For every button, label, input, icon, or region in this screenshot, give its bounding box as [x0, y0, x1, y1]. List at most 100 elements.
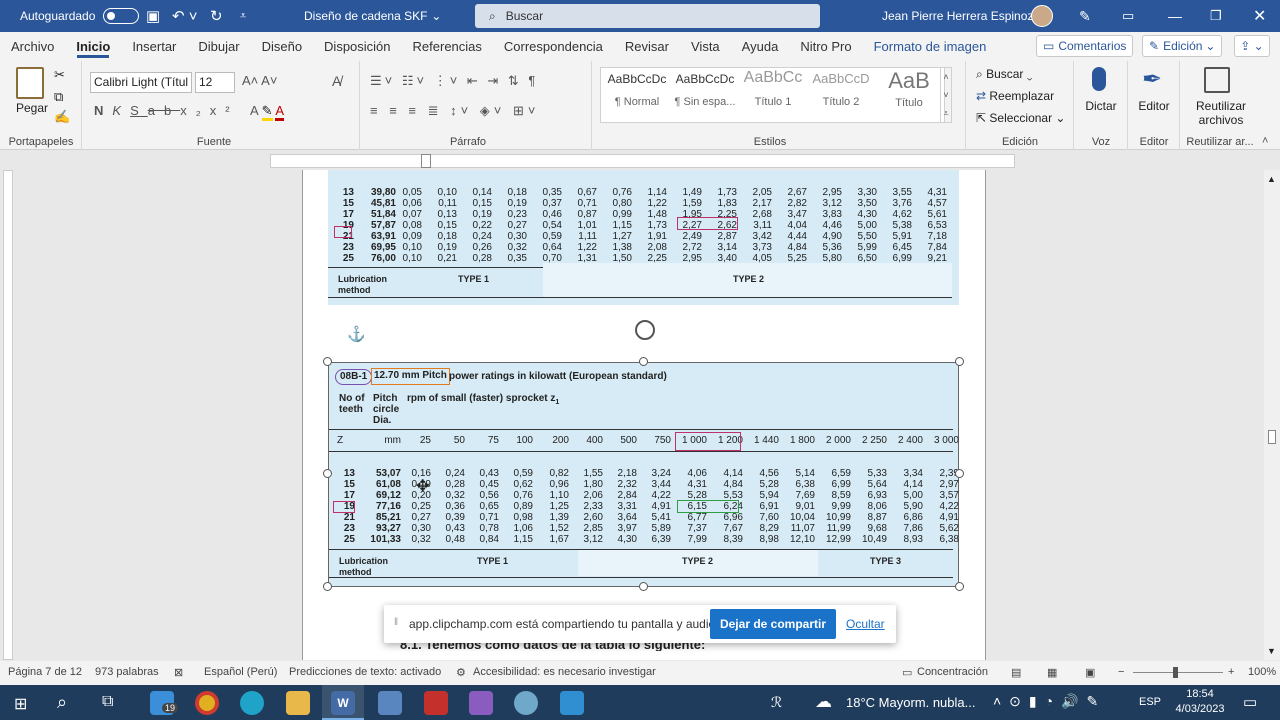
paste-icon[interactable]	[16, 67, 44, 99]
tab-inicio[interactable]: Inicio	[65, 32, 121, 61]
reuse-files-icon[interactable]	[1204, 67, 1230, 93]
copy-icon[interactable]: ⧉	[54, 89, 63, 105]
tab-insertar[interactable]: Insertar	[121, 32, 187, 61]
grow-font-icon[interactable]: A˄ A˅	[242, 73, 277, 88]
system-tray-icons[interactable]: ˄⊙▮◔🔊✎	[993, 693, 1106, 710]
proofing-icon[interactable]: ⊠	[174, 666, 183, 679]
clear-format-icon[interactable]: A̸	[332, 73, 341, 89]
zoom-in-icon[interactable]: +	[1228, 666, 1234, 678]
focus-icon[interactable]: ▭	[902, 666, 912, 679]
tab-diseno[interactable]: Diseño	[251, 32, 313, 61]
tab-vista[interactable]: Vista	[680, 32, 731, 61]
tab-dibujar[interactable]: Dibujar	[187, 32, 250, 61]
replace-button[interactable]: ⇄ Reemplazar	[976, 89, 1054, 103]
app-icon-round[interactable]	[514, 691, 538, 715]
windows-start-icon[interactable]: ⊞	[14, 694, 27, 714]
minimize-icon[interactable]: —	[1168, 0, 1182, 32]
web-layout-icon[interactable]: ▣	[1085, 666, 1095, 679]
save-icon[interactable]: ▣	[146, 0, 160, 32]
collapse-ribbon-icon[interactable]: ˄	[1262, 135, 1268, 147]
tab-correspondencia[interactable]: Correspondencia	[493, 32, 614, 61]
zoom-slider-thumb[interactable]	[1173, 667, 1178, 678]
search-icon[interactable]: ⌕	[57, 692, 67, 713]
align-icons[interactable]: ≡ ≡ ≡ ≣ ↕˅ ◈˅ ⊞˅	[370, 103, 540, 119]
page-count[interactable]: Página 7 de 12	[8, 666, 82, 678]
dictate-button[interactable]: Dictar	[1074, 99, 1128, 113]
font-color-icons[interactable]: A ✎ A	[250, 103, 285, 121]
resize-handle-b[interactable]	[639, 582, 648, 591]
table1-image[interactable]: 13 39,80 0,05 0,10 0,14 0,18 0,35 0,67 0,76 1,14 1…	[328, 170, 959, 305]
editor-button[interactable]: Editor	[1128, 99, 1180, 113]
resize-handle-r[interactable]	[955, 469, 964, 478]
close-icon[interactable]: ✕	[1253, 0, 1266, 32]
share-button[interactable]: ⇪ ⌄	[1234, 35, 1270, 57]
input-language[interactable]: ESP	[1139, 696, 1161, 708]
format-painter-icon[interactable]: ✍	[54, 109, 70, 125]
editing-mode-button[interactable]: ✎ Edición ⌄	[1142, 35, 1223, 57]
tab-archivo[interactable]: Archivo	[0, 32, 65, 61]
avatar[interactable]	[1031, 0, 1053, 32]
redo-icon[interactable]: ↻	[210, 0, 223, 32]
zoom-slider[interactable]	[1133, 672, 1223, 673]
anchor-icon[interactable]: ⚓	[347, 325, 366, 343]
select-button[interactable]: ⇱ Seleccionar ⌄	[976, 111, 1065, 125]
read-mode-icon[interactable]: ▤	[1011, 666, 1021, 679]
autosave-group[interactable]: Autoguardado	[20, 0, 140, 32]
focus-button[interactable]: Concentración	[917, 666, 988, 678]
scroll-thumb[interactable]	[1268, 430, 1276, 444]
microphone-icon[interactable]	[1092, 67, 1106, 91]
weather-icon[interactable]: ☁	[815, 692, 832, 712]
horizontal-ruler[interactable]	[270, 154, 1015, 168]
tab-ayuda[interactable]: Ayuda	[731, 32, 790, 61]
resize-handle-br[interactable]	[955, 582, 964, 591]
indent-marker[interactable]	[421, 154, 431, 168]
pen-icon[interactable]: ✎	[1079, 0, 1091, 32]
task-view-icon[interactable]: ⧉	[102, 693, 113, 711]
zoom-out-icon[interactable]: −	[1118, 666, 1124, 678]
undo-icon[interactable]: ↶ ˅	[172, 0, 198, 32]
styles-scroll-icon[interactable]: ˄ ˅ ⩡	[940, 67, 952, 123]
quick-access-menu-icon[interactable]: ⩡	[240, 0, 246, 32]
document-title[interactable]: Diseño de cadena SKF ⌄	[304, 0, 441, 32]
list-icons[interactable]: ☰˅ ☷˅ ⋮˅ ⇤ ⇥ ⇅ ¶	[370, 73, 538, 89]
text-predictions-status[interactable]: Predicciones de texto: activado	[289, 666, 441, 678]
notifications-icon[interactable]: ▭	[1243, 693, 1257, 711]
font-name-select[interactable]: Calibri Light (Títul	[90, 72, 192, 93]
edge-icon[interactable]	[240, 691, 264, 715]
accessibility-status[interactable]: Accesibilidad: es necesario investigar	[473, 666, 656, 678]
autosave-toggle[interactable]	[103, 8, 140, 24]
cut-icon[interactable]: ✂	[54, 67, 65, 83]
chrome-icon[interactable]	[195, 691, 219, 715]
search-box[interactable]: ⌕ Buscar	[475, 4, 820, 28]
style-no-spacing[interactable]: AaBbCcDc ¶ Sin espa...	[673, 72, 737, 108]
print-layout-icon[interactable]: ▦	[1047, 666, 1057, 679]
resize-handle-tr[interactable]	[955, 357, 964, 366]
reuse-files-button[interactable]: Reutilizar archivos	[1184, 99, 1258, 127]
hide-link[interactable]: Ocultar	[846, 617, 885, 631]
style-heading2[interactable]: AaBbCcD Título 2	[809, 71, 873, 108]
language-status[interactable]: Español (Perú)	[204, 666, 277, 678]
app-icon-blue[interactable]	[378, 691, 402, 715]
font-format-icons[interactable]: NKSabx₂x²	[94, 103, 239, 118]
resize-handle-bl[interactable]	[323, 582, 332, 591]
style-title[interactable]: AaB Título	[877, 68, 941, 109]
scroll-down-icon[interactable]: ▼	[1267, 646, 1276, 656]
acrobat-icon[interactable]	[424, 691, 448, 715]
paste-button[interactable]: Pegar	[16, 101, 48, 115]
scroll-up-icon[interactable]: ▲	[1267, 174, 1276, 184]
resize-handle-l[interactable]	[323, 469, 332, 478]
find-button[interactable]: ⌕ Buscar ⌄	[976, 67, 1032, 82]
word-count[interactable]: 973 palabras	[95, 666, 159, 678]
file-explorer-icon[interactable]	[286, 691, 310, 715]
clock[interactable]: 18:54 4/03/2023	[1168, 687, 1232, 717]
rotate-handle-icon[interactable]	[635, 320, 655, 340]
app-icon-window[interactable]	[560, 691, 584, 715]
resize-handle-tl[interactable]	[323, 357, 332, 366]
tab-referencias[interactable]: Referencias	[402, 32, 493, 61]
stop-sharing-button[interactable]: Dejar de compartir	[710, 609, 836, 639]
resize-handle-t[interactable]	[639, 357, 648, 366]
style-normal[interactable]: AaBbCcDc ¶ Normal	[605, 72, 669, 108]
clipchamp-icon[interactable]	[469, 691, 493, 715]
vertical-scrollbar[interactable]: ▲ ▼	[1264, 170, 1280, 660]
tab-disposicion[interactable]: Disposición	[313, 32, 401, 61]
